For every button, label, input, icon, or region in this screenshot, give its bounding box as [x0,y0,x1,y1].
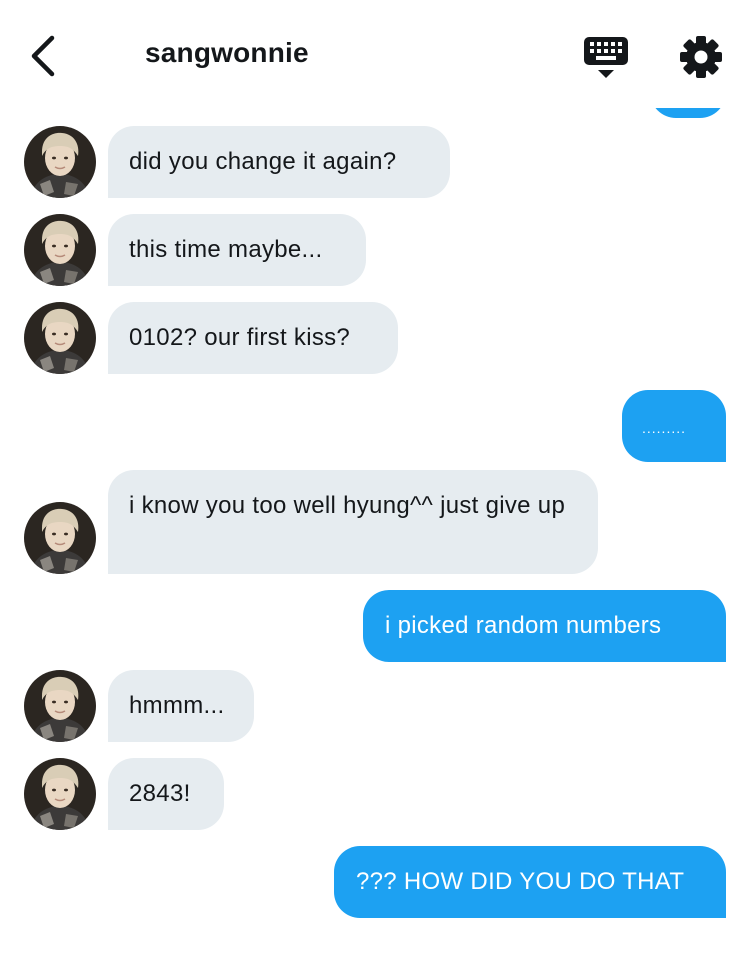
message-text: i know you too well hyung^^ just give up [129,492,566,519]
message-text: 0102? our first kiss? [129,324,351,351]
chevron-left-icon [31,35,55,77]
received-message-bubble[interactable]: 0102? our first kiss? [108,302,398,374]
sent-message-bubble[interactable]: ??? HOW DID YOU DO THAT [334,846,726,918]
dm-conversation-screen: sangwonnie did you change it again? this… [0,0,750,960]
received-message-bubble[interactable]: i know you too well hyung^^ just give up [108,470,598,574]
message-text: 2843! [129,780,191,807]
message-text: hmmm... [129,692,225,719]
avatar[interactable] [24,670,96,742]
conversation-title[interactable]: sangwonnie [145,37,309,69]
profile-photo [24,302,96,374]
profile-photo [24,214,96,286]
message-text: ??? HOW DID YOU DO THAT [356,868,685,895]
conversation-header: sangwonnie [0,0,750,108]
keyboard-toggle-button[interactable] [582,34,630,80]
conversation-settings-button[interactable] [678,34,724,80]
avatar[interactable] [24,214,96,286]
sent-message-bubble[interactable]: i picked random numbers [363,590,726,662]
message-text: did you change it again? [129,148,397,175]
keyboard-icon [584,37,628,78]
gear-icon [680,36,722,78]
profile-photo [24,502,96,574]
back-button[interactable] [22,30,66,82]
received-message-bubble[interactable]: 2843! [108,758,224,830]
profile-photo [24,670,96,742]
received-message-bubble[interactable]: did you change it again? [108,126,450,198]
received-message-bubble[interactable]: this time maybe... [108,214,366,286]
avatar[interactable] [24,758,96,830]
received-message-bubble[interactable]: hmmm... [108,670,254,742]
message-text: i picked random numbers [385,612,662,639]
message-text: ......... [642,420,687,436]
message-text: this time maybe... [129,236,323,263]
sent-message-bubble[interactable]: ......... [622,390,726,462]
avatar[interactable] [24,502,96,574]
profile-photo [24,758,96,830]
avatar[interactable] [24,126,96,198]
profile-photo [24,126,96,198]
avatar[interactable] [24,302,96,374]
